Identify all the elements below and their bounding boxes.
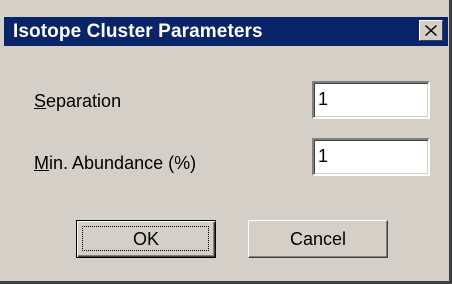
min-abundance-label: Min. Abundance (%) [34, 152, 196, 174]
close-icon [425, 25, 437, 36]
title-bar[interactable]: Isotope Cluster Parameters [4, 17, 448, 46]
cancel-button-label: Cancel [289, 228, 347, 249]
dialog-title: Isotope Cluster Parameters [13, 21, 263, 42]
min-abundance-label-accelerator: M [34, 153, 49, 173]
close-button[interactable] [419, 20, 443, 41]
cancel-button[interactable]: Cancel [248, 220, 388, 258]
min-abundance-label-text: in. Abundance (%) [49, 153, 197, 173]
isotope-cluster-dialog: Isotope Cluster Parameters Separation 1 … [0, 0, 452, 284]
ok-button[interactable]: OK [76, 220, 216, 258]
ok-focus-rect [82, 226, 209, 251]
separation-label-accelerator: S [34, 91, 47, 111]
separation-label: Separation [34, 90, 121, 112]
separation-input[interactable]: 1 [312, 81, 430, 119]
separation-label-text: eparation [46, 91, 122, 111]
min-abundance-input[interactable]: 1 [312, 138, 430, 176]
